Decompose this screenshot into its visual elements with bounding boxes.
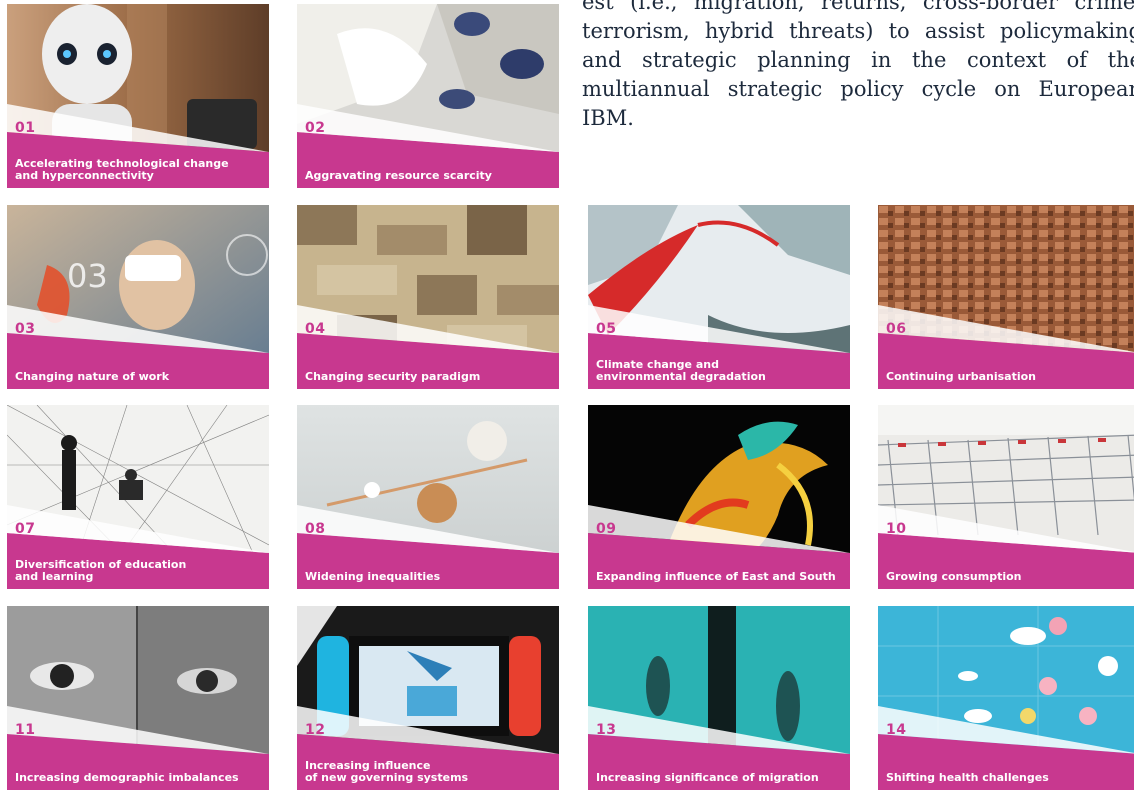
tile-label: Increasing demographic imbalances — [15, 771, 239, 784]
tile-label: Continuing urbanisation — [886, 370, 1036, 383]
trend-tile[interactable]: 09 Expanding influence of East and South — [588, 405, 850, 589]
tile-number: 13 — [596, 722, 617, 738]
trend-tile[interactable]: 01 Accelerating technological change and… — [7, 4, 269, 188]
trend-tile[interactable]: 07 Diversification of education and lear… — [7, 405, 269, 589]
tile-label: Accelerating technological change and hy… — [15, 157, 229, 182]
tile-label: Shifting health challenges — [886, 771, 1049, 784]
trend-tile[interactable]: 02 Aggravating resource scarcity — [297, 4, 559, 188]
trend-tile[interactable]: 14 Shifting health challenges — [878, 606, 1134, 790]
tile-number: 07 — [15, 521, 36, 537]
trend-tile[interactable]: 04 Changing security paradigm — [297, 205, 559, 389]
tile-label: Aggravating resource scarcity — [305, 169, 492, 182]
tile-label: Climate change and environmental degrada… — [596, 358, 766, 383]
tile-number: 11 — [15, 722, 36, 738]
trend-tile[interactable]: 05 Climate change and environmental degr… — [588, 205, 850, 389]
tile-label: Diversification of education and learnin… — [15, 558, 187, 583]
tile-number: 14 — [886, 722, 907, 738]
trend-tile[interactable]: 12 Increasing influence of new governing… — [297, 606, 559, 790]
tile-label: Changing security paradigm — [305, 370, 481, 383]
tile-label: Growing consumption — [886, 570, 1022, 583]
trend-tile[interactable]: 03 03 Changing nature of work — [7, 205, 269, 389]
tile-number: 06 — [886, 321, 907, 337]
trend-tile[interactable]: 10 Growing consumption — [878, 405, 1134, 589]
tile-label: Increasing significance of migration — [596, 771, 819, 784]
tile-number: 08 — [305, 521, 326, 537]
tile-label: Changing nature of work — [15, 370, 170, 383]
tile-number: 12 — [305, 722, 326, 738]
tile-number: 04 — [305, 321, 326, 337]
tile-number: 05 — [596, 321, 617, 337]
tile-label: Expanding influence of East and South — [596, 570, 836, 583]
tile-number: 03 — [15, 321, 36, 337]
tile-number: 01 — [15, 120, 36, 136]
tile-number: 02 — [305, 120, 326, 136]
intro-paragraph: est (i.e., migration, returns, cross-bor… — [582, 0, 1134, 130]
trend-tile[interactable]: 08 Widening inequalities — [297, 405, 559, 589]
tile-label: Widening inequalities — [305, 570, 441, 583]
trend-tile[interactable]: 13 Increasing significance of migration — [588, 606, 850, 790]
tile-label: Increasing influence of new governing sy… — [305, 759, 469, 784]
tile-number: 09 — [596, 521, 617, 537]
trend-tile[interactable]: 11 Increasing demographic imbalances — [7, 606, 269, 790]
tile-number: 10 — [886, 521, 907, 537]
trend-tile[interactable]: 06 Continuing urbanisation — [878, 205, 1134, 389]
